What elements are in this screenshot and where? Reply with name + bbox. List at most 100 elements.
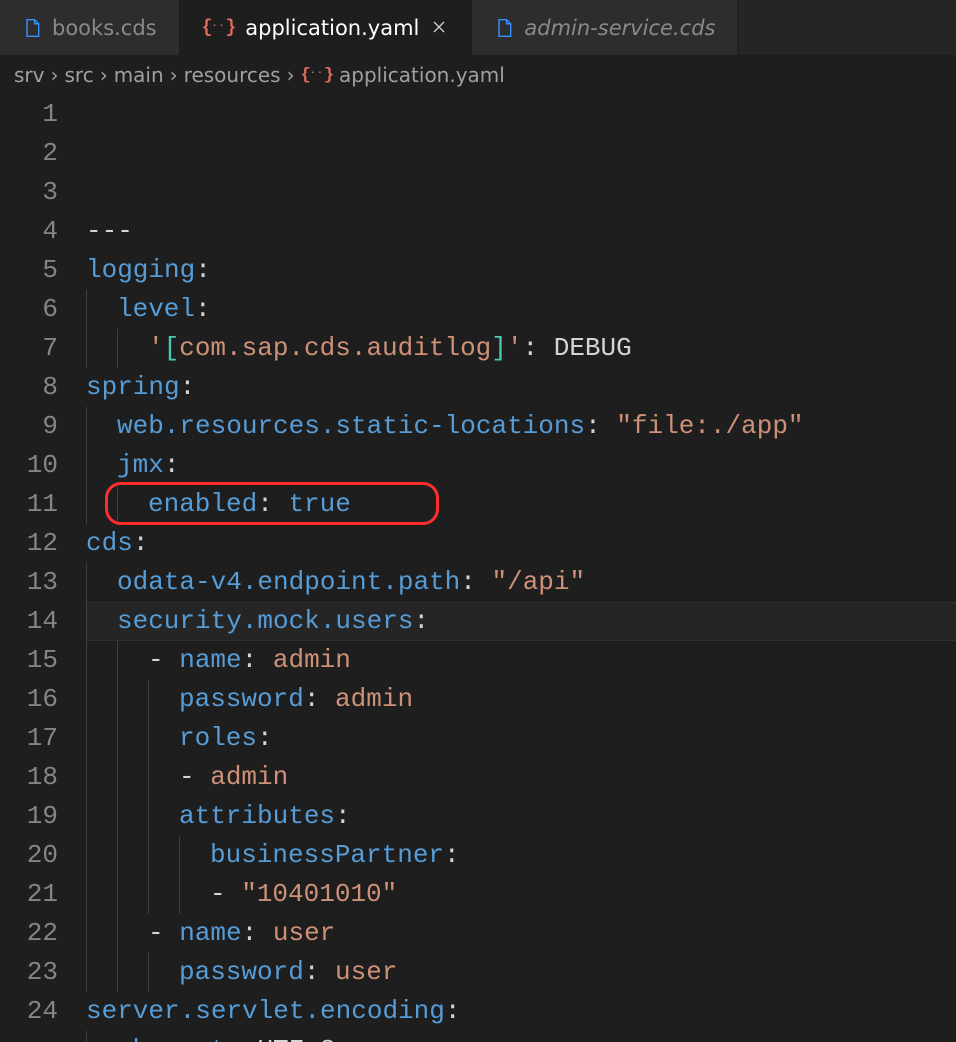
- code-line[interactable]: enabled: true: [86, 485, 956, 524]
- breadcrumb-part[interactable]: main: [114, 63, 164, 87]
- line-number: 5: [0, 251, 58, 290]
- line-number: 10: [0, 446, 58, 485]
- token-key: server.servlet.encoding: [86, 992, 445, 1031]
- token-punc: :: [242, 641, 273, 680]
- breadcrumb-file[interactable]: application.yaml: [339, 63, 505, 87]
- token-punc: -: [210, 875, 241, 914]
- token-str: "/api": [491, 563, 585, 602]
- code-line[interactable]: ---: [86, 212, 956, 251]
- token-str: "file:./app": [616, 407, 803, 446]
- chevron-right-icon: ›: [170, 63, 178, 87]
- token-key: cds: [86, 524, 133, 563]
- breadcrumb-part[interactable]: src: [64, 63, 93, 87]
- token-brkt: [: [164, 329, 180, 368]
- code-line[interactable]: - name: user: [86, 914, 956, 953]
- breadcrumb-part[interactable]: srv: [14, 63, 44, 87]
- line-number: 3: [0, 173, 58, 212]
- code-line[interactable]: password: admin: [86, 680, 956, 719]
- code-line[interactable]: password: user: [86, 953, 956, 992]
- token-punc: :: [335, 797, 351, 836]
- code-line[interactable]: - name: admin: [86, 641, 956, 680]
- yaml-icon: ··: [202, 18, 236, 38]
- code-line[interactable]: web.resources.static-locations: "file:./…: [86, 407, 956, 446]
- token-punc: :: [180, 368, 196, 407]
- code-line[interactable]: - "10401010": [86, 875, 956, 914]
- tab-label: books.cds: [52, 16, 157, 40]
- token-str: admin: [210, 758, 288, 797]
- token-plain: DEBUG: [554, 329, 632, 368]
- token-key: name: [179, 914, 241, 953]
- code-line[interactable]: spring:: [86, 368, 956, 407]
- code-line[interactable]: logging:: [86, 251, 956, 290]
- line-number: 21: [0, 875, 58, 914]
- tab-admin-service[interactable]: admin-service.cds: [472, 0, 738, 55]
- token-key: name: [179, 641, 241, 680]
- line-number: 19: [0, 797, 58, 836]
- line-number: 22: [0, 914, 58, 953]
- tab-books[interactable]: books.cds: [0, 0, 180, 55]
- code-line[interactable]: attributes:: [86, 797, 956, 836]
- close-icon[interactable]: [429, 16, 449, 40]
- code-editor[interactable]: 123456789101112131415161718192021222324 …: [0, 95, 956, 1042]
- yaml-icon: ··: [301, 66, 333, 85]
- line-number: 13: [0, 563, 58, 602]
- token-str: com.sap.cds.auditlog: [179, 329, 491, 368]
- code-line[interactable]: - admin: [86, 758, 956, 797]
- line-number: 11: [0, 485, 58, 524]
- code-line[interactable]: level:: [86, 290, 956, 329]
- code-line[interactable]: '[com.sap.cds.auditlog]': DEBUG: [86, 329, 956, 368]
- line-number: 7: [0, 329, 58, 368]
- breadcrumb-part[interactable]: resources: [184, 63, 281, 87]
- line-number: 12: [0, 524, 58, 563]
- tab-application-yaml[interactable]: ·· application.yaml: [180, 0, 473, 55]
- tab-label: application.yaml: [245, 16, 419, 40]
- token-key: attributes: [179, 797, 335, 836]
- token-key: security.mock.users: [117, 602, 413, 641]
- token-punc: :: [413, 602, 429, 641]
- token-punc: :: [226, 1031, 257, 1042]
- token-key: password: [179, 953, 304, 992]
- token-key: businessPartner: [210, 836, 444, 875]
- token-str: user: [335, 953, 397, 992]
- code-line[interactable]: jmx:: [86, 446, 956, 485]
- tab-bar: books.cds ·· application.yaml admin-serv…: [0, 0, 956, 55]
- code-line[interactable]: businessPartner:: [86, 836, 956, 875]
- token-punc: :: [460, 563, 491, 602]
- line-number: 20: [0, 836, 58, 875]
- token-punc: :: [444, 836, 460, 875]
- token-punc: :: [195, 251, 211, 290]
- token-quote: ': [148, 329, 164, 368]
- token-punc: :: [257, 719, 273, 758]
- token-key: level: [117, 290, 195, 329]
- token-key: password: [179, 680, 304, 719]
- code-line[interactable]: security.mock.users:: [86, 602, 956, 641]
- code-line[interactable]: charset: UTF-8: [86, 1031, 956, 1042]
- tab-label: admin-service.cds: [524, 16, 715, 40]
- token-key: web.resources.static-locations: [117, 407, 585, 446]
- code-area[interactable]: ---logging:level:'[com.sap.cds.auditlog]…: [86, 95, 956, 1042]
- token-plain: UTF-8: [257, 1031, 335, 1042]
- token-punc: :: [242, 914, 273, 953]
- code-line[interactable]: roles:: [86, 719, 956, 758]
- token-str: admin: [335, 680, 413, 719]
- code-line[interactable]: cds:: [86, 524, 956, 563]
- line-number: 14: [0, 602, 58, 641]
- line-number: 24: [0, 992, 58, 1031]
- token-punc: -: [148, 914, 179, 953]
- token-key: enabled: [148, 485, 257, 524]
- line-number: 15: [0, 641, 58, 680]
- code-line[interactable]: server.servlet.encoding:: [86, 992, 956, 1031]
- chevron-right-icon: ›: [100, 63, 108, 87]
- line-number: 1: [0, 95, 58, 134]
- line-number: 16: [0, 680, 58, 719]
- token-true: true: [288, 485, 350, 524]
- token-punc: :: [304, 680, 335, 719]
- token-punc: :: [195, 290, 211, 329]
- token-brkt: ]: [491, 329, 507, 368]
- token-quote: ': [507, 329, 523, 368]
- breadcrumb: srv › src › main › resources › ·· applic…: [0, 55, 956, 95]
- code-line[interactable]: odata-v4.endpoint.path: "/api": [86, 563, 956, 602]
- chevron-right-icon: ›: [287, 63, 295, 87]
- token-punc: :: [133, 524, 149, 563]
- token-key: odata-v4.endpoint.path: [117, 563, 460, 602]
